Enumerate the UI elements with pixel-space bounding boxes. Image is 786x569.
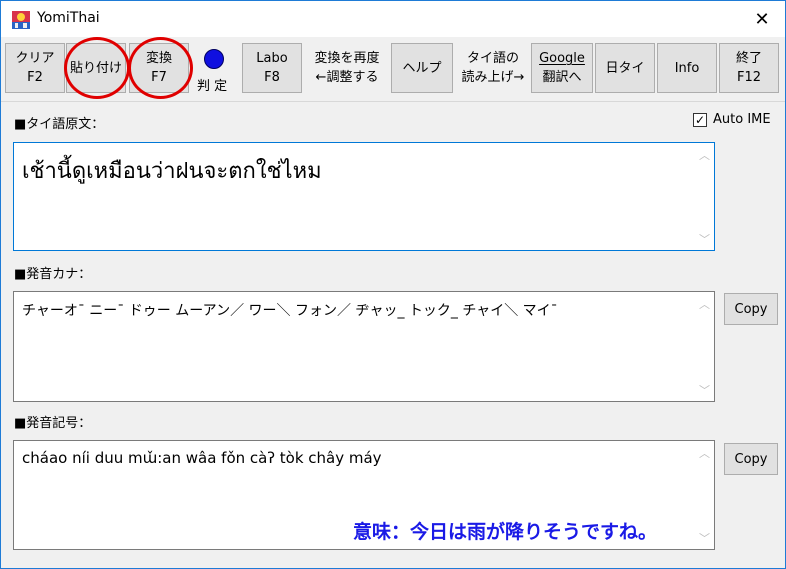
labo-button-key: F8 [264, 70, 280, 85]
highlight-ring-convert [128, 37, 193, 99]
close-icon[interactable]: ✕ [739, 1, 785, 37]
readjust-button-label: 変換を再度 [314, 51, 380, 66]
read-aloud-button[interactable]: タイ語の 読み上げ→ [453, 43, 533, 93]
help-button-label: ヘルプ [402, 60, 442, 76]
highlight-ring-paste [64, 37, 130, 99]
google-button-label: Google [539, 51, 585, 66]
kana-output[interactable]: チャーオ¯ ニー¯ ドゥー ムーアン／ ワー＼ フォン／ ヂャッ_ トック_ チ… [13, 291, 715, 402]
kana-label: ■発音カナ： [14, 267, 92, 282]
thai-source-text: เช้านี้ดูเหมือนว่าฝนจะตกใช่ไหม [22, 159, 322, 184]
exit-button-key: F12 [736, 70, 762, 85]
scroll-up-icon[interactable]: ︿ [696, 444, 713, 461]
help-button[interactable]: ヘルプ [391, 43, 453, 93]
copy-symbols-label: Copy [734, 451, 768, 467]
readjust-button[interactable]: 変換を再度 ←調整する [304, 43, 390, 93]
scroll-down-icon[interactable]: ﹀ [696, 230, 713, 247]
readjust-button-hint: ←調整する [315, 70, 379, 85]
clear-button-label: クリア [15, 51, 55, 66]
exit-button-label: 終了 [735, 51, 762, 66]
app-icon [12, 11, 30, 29]
scroll-down-icon[interactable]: ﹀ [696, 529, 713, 546]
auto-ime-checkbox[interactable]: ✓ [693, 113, 707, 127]
auto-ime-label[interactable]: Auto IME [713, 112, 771, 127]
clear-button[interactable]: クリア F2 [5, 43, 65, 93]
labo-button[interactable]: Labo F8 [242, 43, 302, 93]
read-aloud-button-hint: 読み上げ→ [461, 70, 525, 85]
symbols-label: ■発音記号： [14, 416, 92, 431]
jp-thai-button-label: 日タイ [605, 60, 645, 76]
copy-kana-label: Copy [734, 301, 768, 317]
thai-source-input[interactable]: เช้านี้ดูเหมือนว่าฝนจะตกใช่ไหม ︿ ﹀ [13, 142, 715, 251]
google-translate-button[interactable]: Google 翻訳へ [531, 43, 593, 93]
jp-thai-button[interactable]: 日タイ [595, 43, 655, 93]
kana-text: チャーオ¯ ニー¯ ドゥー ムーアン／ ワー＼ フォン／ ヂャッ_ トック_ チ… [22, 303, 558, 319]
source-scrollbar[interactable]: ︿ ﹀ [696, 144, 713, 249]
toolbar: クリア F2 貼り付け 変換 F7 判 定 Labo F8 変換を再度 ←調整す… [1, 37, 785, 101]
google-button-sub: 翻訳へ [542, 70, 582, 85]
source-label: ■タイ語原文： [14, 117, 105, 132]
exit-button[interactable]: 終了 F12 [719, 43, 779, 93]
app-window: YomiThai ✕ クリア F2 貼り付け 変換 F7 判 定 Labo F8… [0, 0, 786, 569]
scroll-down-icon[interactable]: ﹀ [696, 381, 713, 398]
labo-button-label: Labo [256, 51, 288, 66]
clear-button-key: F2 [27, 70, 43, 85]
kana-scrollbar[interactable]: ︿ ﹀ [696, 293, 713, 400]
info-button-label: Info [674, 60, 700, 76]
window-title: YomiThai [37, 10, 100, 26]
copy-kana-button[interactable]: Copy [724, 293, 778, 325]
scroll-up-icon[interactable]: ︿ [696, 146, 713, 163]
symbols-text: cháao níi duu mɯ̌:an wâa fǒn càʔ tòk châ… [22, 449, 382, 467]
toolbar-divider [1, 101, 785, 102]
copy-symbols-button[interactable]: Copy [724, 443, 778, 475]
judge-label: 判 定 [197, 79, 228, 94]
judge-indicator [204, 49, 224, 69]
scroll-up-icon[interactable]: ︿ [696, 295, 713, 312]
read-aloud-button-label: タイ語の [466, 51, 519, 66]
info-button[interactable]: Info [657, 43, 717, 93]
meaning-annotation: 意味：今日は雨が降りそうですね。 [353, 521, 658, 543]
title-bar[interactable]: YomiThai ✕ [1, 1, 785, 37]
symbols-scrollbar[interactable]: ︿ ﹀ [696, 442, 713, 548]
